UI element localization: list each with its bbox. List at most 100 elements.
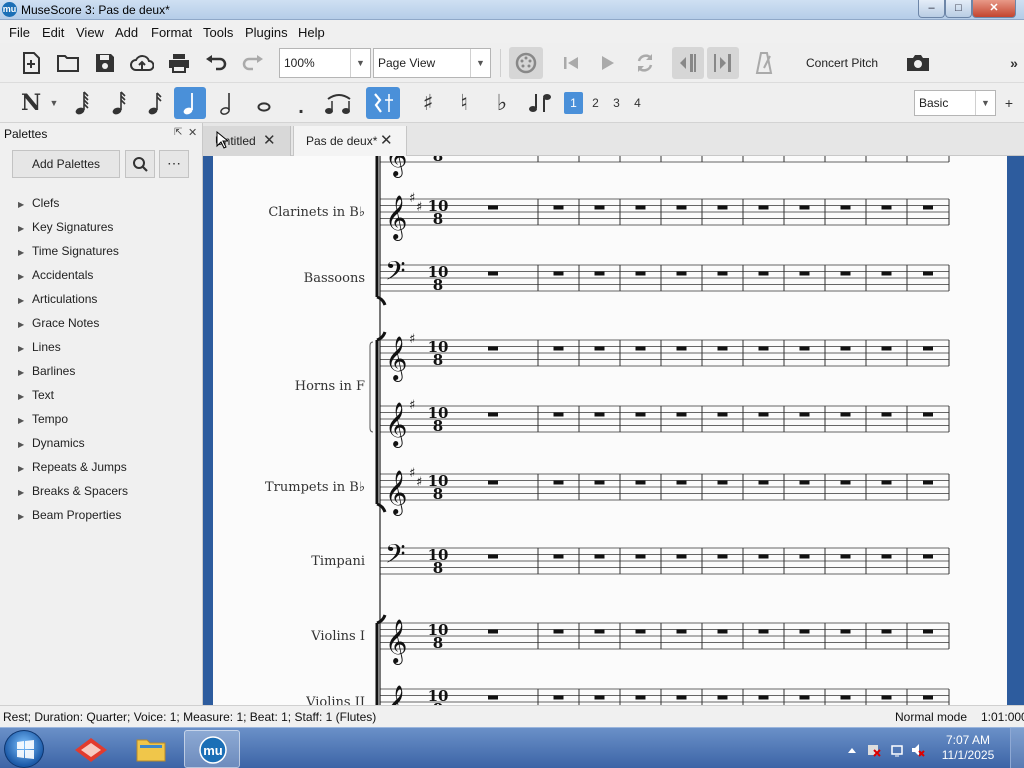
menu-tools[interactable]: Tools xyxy=(203,25,233,40)
menu-help[interactable]: Help xyxy=(298,25,325,40)
camera-icon[interactable] xyxy=(904,50,932,76)
add-palettes-button[interactable]: Add Palettes xyxy=(12,150,120,178)
midi-input-icon[interactable] xyxy=(509,47,543,79)
menu-file[interactable]: File xyxy=(9,25,30,40)
measure-rest xyxy=(799,554,810,559)
score-notation[interactable]: Horns in F𝄞108𝄞♯♯108Clarinets in B♭𝄢108B… xyxy=(213,156,1007,705)
chevron-down-icon[interactable]: ▼ xyxy=(48,95,60,111)
palette-item[interactable]: ▶ Articulations xyxy=(18,292,97,312)
start-button-icon[interactable] xyxy=(4,730,44,768)
menu-plugins[interactable]: Plugins xyxy=(245,25,288,40)
tie-icon[interactable] xyxy=(323,89,355,117)
new-score-icon[interactable] xyxy=(18,50,44,76)
view-mode-combo[interactable]: Page View ▼ xyxy=(373,48,491,78)
redo-icon[interactable] xyxy=(240,50,266,76)
undock-icon[interactable]: ⇱ xyxy=(174,127,182,138)
palette-item[interactable]: ▶ Lines xyxy=(18,340,61,360)
tab-pas-de-deux[interactable]: Pas de deux* ✕ xyxy=(293,126,407,156)
palette-item[interactable]: ▶ Accidentals xyxy=(18,268,93,288)
toolbar-overflow-icon[interactable]: » xyxy=(1006,55,1022,71)
palette-item[interactable]: ▶ Repeats & Jumps xyxy=(18,460,127,480)
score-page[interactable]: Horns in F𝄞108𝄞♯♯108Clarinets in B♭𝄢108B… xyxy=(213,156,1007,705)
more-options-icon[interactable]: ⋯ xyxy=(159,150,189,178)
menu-view[interactable]: View xyxy=(76,25,104,40)
zoom-combo[interactable]: 100% ▼ xyxy=(279,48,371,78)
close-panel-icon[interactable]: ✕ xyxy=(188,126,197,139)
taskbar-musescore-icon[interactable]: mu xyxy=(184,730,240,768)
concert-pitch-button[interactable]: Concert Pitch xyxy=(800,53,884,73)
whole-note-icon[interactable] xyxy=(252,97,276,117)
measure-rest xyxy=(676,695,687,700)
time-signature-denominator: 8 xyxy=(433,559,443,577)
measure-rest xyxy=(840,629,851,634)
cloud-upload-icon[interactable] xyxy=(128,50,156,76)
system-tray-icons[interactable] xyxy=(846,742,926,758)
minimize-button[interactable]: – xyxy=(918,0,945,18)
search-button[interactable] xyxy=(125,150,155,178)
search-icon xyxy=(133,157,148,172)
score-canvas[interactable]: Horns in F𝄞108𝄞♯♯108Clarinets in B♭𝄢108B… xyxy=(203,156,1024,705)
undo-icon[interactable] xyxy=(203,50,229,76)
treble-clef-icon: 𝄞 xyxy=(385,156,407,178)
palette-item[interactable]: ▶ Clefs xyxy=(18,196,59,216)
note-input-mode-icon[interactable]: N xyxy=(18,90,44,116)
measure-rest xyxy=(594,554,605,559)
quarter-note-icon[interactable] xyxy=(174,87,206,119)
flip-direction-icon[interactable] xyxy=(526,89,554,117)
menu-format[interactable]: Format xyxy=(151,25,192,40)
play-icon[interactable] xyxy=(597,51,619,75)
loop-icon[interactable] xyxy=(633,51,657,75)
sixteenth-note-icon[interactable] xyxy=(143,89,167,117)
maximize-button[interactable]: □ xyxy=(945,0,972,18)
save-icon[interactable] xyxy=(92,50,118,76)
palette-item[interactable]: ▶ Key Signatures xyxy=(18,220,113,240)
close-button[interactable]: ✕ xyxy=(972,0,1016,18)
treble-clef-icon: 𝄞 xyxy=(385,336,407,382)
voice-3-button[interactable]: 3 xyxy=(607,92,626,114)
palette-item-label: Articulations xyxy=(32,292,98,306)
half-note-icon[interactable] xyxy=(215,89,239,117)
loop-out-icon[interactable] xyxy=(707,47,739,79)
metronome-icon[interactable] xyxy=(752,51,776,75)
menu-add[interactable]: Add xyxy=(115,25,138,40)
close-tab-icon[interactable]: ✕ xyxy=(380,126,393,156)
palette-item[interactable]: ▶ Tempo xyxy=(18,412,68,432)
open-folder-icon[interactable] xyxy=(55,50,81,76)
palette-item[interactable]: ▶ Grace Notes xyxy=(18,316,99,336)
palette-item[interactable]: ▶ Dynamics xyxy=(18,436,85,456)
taskbar-clock[interactable]: 7:07 AM 11/1/2025 xyxy=(938,733,998,763)
rewind-icon[interactable] xyxy=(560,51,582,75)
show-desktop-button[interactable] xyxy=(1010,728,1024,768)
print-icon[interactable] xyxy=(166,50,192,76)
measure-rest xyxy=(553,271,564,276)
palette-item[interactable]: ▶ Barlines xyxy=(18,364,75,384)
voice-2-button[interactable]: 2 xyxy=(586,92,605,114)
chevron-down-icon: ▼ xyxy=(975,91,995,115)
voice-4-button[interactable]: 4 xyxy=(628,92,647,114)
thirtysecond-note-icon[interactable] xyxy=(107,89,131,117)
measure-rest xyxy=(488,554,498,559)
taskbar-app-red-icon[interactable] xyxy=(63,730,119,768)
palette-item[interactable]: ▶ Time Signatures xyxy=(18,244,119,264)
sharp-icon[interactable]: ♯ xyxy=(416,89,440,117)
expand-arrow-icon: ▶ xyxy=(18,248,25,257)
instrument-label: Horns in F xyxy=(295,379,365,394)
augmentation-dot-icon[interactable]: . xyxy=(291,96,311,118)
sixtyfourth-note-icon[interactable] xyxy=(70,89,94,117)
workspace-combo[interactable]: Basic ▼ xyxy=(914,90,996,116)
close-tab-icon[interactable]: ✕ xyxy=(263,126,276,156)
palette-item[interactable]: ▶ Beam Properties xyxy=(18,508,121,528)
voice-1-button[interactable]: 1 xyxy=(564,92,583,114)
file-explorer-icon[interactable] xyxy=(123,730,179,768)
rest-icon[interactable] xyxy=(366,87,400,119)
loop-in-icon[interactable] xyxy=(672,47,704,79)
flat-icon[interactable]: ♭ xyxy=(490,89,514,117)
palette-item[interactable]: ▶ Breaks & Spacers xyxy=(18,484,128,504)
menu-edit[interactable]: Edit xyxy=(42,25,64,40)
measure-rest xyxy=(488,271,498,276)
palette-item[interactable]: ▶ Text xyxy=(18,388,54,408)
measure-rest xyxy=(717,346,728,351)
measure-rest xyxy=(635,346,646,351)
natural-icon[interactable]: ♮ xyxy=(452,89,476,117)
add-workspace-icon[interactable]: + xyxy=(1002,94,1016,112)
